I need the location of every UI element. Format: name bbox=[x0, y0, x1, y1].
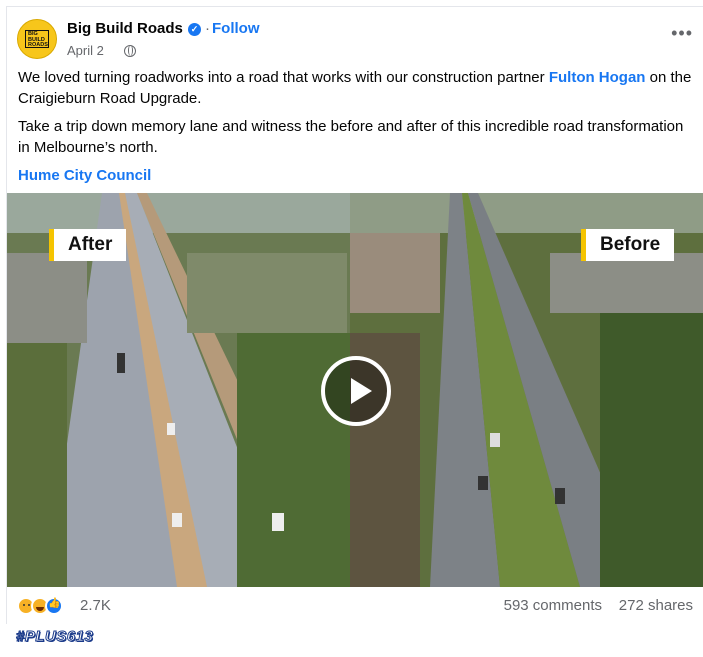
after-label: After bbox=[49, 229, 127, 261]
reactions-icons[interactable] bbox=[17, 597, 73, 617]
globe-icon bbox=[124, 45, 136, 57]
post-date[interactable]: April 2 bbox=[67, 43, 104, 58]
page-name-link[interactable]: Big Build Roads bbox=[67, 20, 183, 37]
separator-dot: · bbox=[205, 20, 210, 37]
post-card: BIG BUILD ROADS Big Build Roads ✓ · Foll… bbox=[6, 6, 703, 624]
post-footer: 2.7K 593 comments 272 shares bbox=[17, 595, 697, 619]
post-paragraph-2: Take a trip down memory lane and witness… bbox=[18, 118, 684, 156]
page-avatar[interactable]: BIG BUILD ROADS bbox=[17, 19, 57, 59]
fulton-hogan-link[interactable]: Fulton Hogan bbox=[549, 69, 646, 86]
avatar-logo-text: BIG BUILD ROADS bbox=[25, 30, 49, 48]
shares-count[interactable]: 272 shares bbox=[619, 597, 693, 614]
before-label: Before bbox=[581, 229, 675, 261]
paragraph-1-prefix: We loved turning roadworks into a road t… bbox=[18, 69, 549, 86]
more-options-icon[interactable]: ••• bbox=[671, 24, 693, 42]
follow-button[interactable]: Follow bbox=[212, 20, 260, 37]
comments-count[interactable]: 593 comments bbox=[504, 597, 602, 614]
post-body: We loved turning roadworks into a road t… bbox=[18, 67, 698, 186]
video-after-frame: After bbox=[7, 193, 356, 587]
video-player[interactable]: After Before bbox=[7, 193, 703, 587]
reaction-count[interactable]: 2.7K bbox=[80, 597, 111, 614]
hume-city-council-link[interactable]: Hume City Council bbox=[18, 165, 698, 186]
video-before-frame: Before bbox=[350, 193, 703, 587]
verified-badge-icon: ✓ bbox=[188, 23, 201, 36]
watermark-logo: #PLUS613 bbox=[15, 628, 94, 646]
like-reaction-icon bbox=[45, 597, 63, 615]
post-header: BIG BUILD ROADS Big Build Roads ✓ · Foll… bbox=[17, 17, 697, 61]
post-paragraph-1: We loved turning roadworks into a road t… bbox=[18, 67, 698, 109]
play-icon[interactable] bbox=[321, 356, 391, 426]
